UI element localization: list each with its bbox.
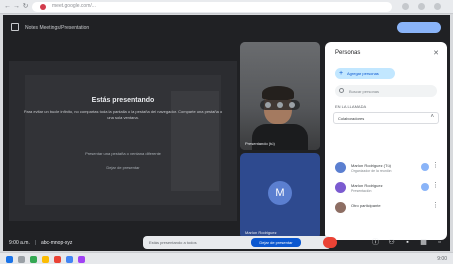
browser-toolbar: ← → ↻ meet.google.com/... — [0, 0, 453, 14]
mic-icon — [421, 183, 429, 191]
participant-name: Otro participante — [351, 203, 381, 208]
separator: | — [35, 240, 37, 246]
presenting-title: Estás presentando — [91, 97, 155, 104]
back-icon[interactable]: ← — [4, 3, 11, 10]
participant-tile[interactable]: M Marlon Rodriguez — [240, 153, 320, 239]
people-panel: Personas ✕ + Agregar personas Buscar per… — [325, 42, 447, 240]
meeting-time: 9:00 a.m. — [9, 240, 30, 246]
pin-icon[interactable] — [265, 102, 271, 108]
more-vert-icon[interactable]: ⋮ — [432, 201, 439, 211]
participant-name: Marlon Rodriguez — [351, 183, 383, 188]
activities-icon[interactable]: ▦ — [419, 238, 428, 247]
avatar — [335, 202, 346, 213]
self-video-tile[interactable]: Presentando (tú) — [240, 42, 320, 150]
more-vert-icon[interactable]: ⋮ — [432, 161, 439, 171]
app-icon[interactable] — [30, 256, 37, 263]
person-hair — [262, 86, 294, 100]
extension-icon[interactable] — [402, 3, 409, 10]
avatar — [335, 162, 346, 173]
add-people-label: Agregar personas — [347, 71, 379, 76]
close-icon[interactable]: ✕ — [433, 49, 439, 57]
present-different-tab-link[interactable]: Presentar una pestaña o ventana diferent… — [9, 151, 237, 156]
add-person-icon: + — [339, 70, 344, 77]
chat-icon[interactable]: ▪ — [403, 238, 412, 247]
self-tile-name: Presentando (tú) — [245, 141, 275, 146]
more-options-icon[interactable] — [289, 102, 295, 108]
fullscreen-icon[interactable] — [277, 102, 283, 108]
add-people-button[interactable]: + Agregar personas — [335, 68, 395, 79]
os-taskbar: 9:00 — [0, 252, 453, 264]
participant-name: Marlon Rodriguez (Tú) — [351, 163, 392, 168]
menu-icon[interactable] — [434, 3, 441, 10]
meeting-code: abc-mnop-xyz — [41, 240, 73, 246]
folder-icon[interactable] — [42, 256, 49, 263]
participant-role: Organizador de la reunión — [351, 169, 392, 173]
search-icon[interactable] — [18, 256, 25, 263]
top-right-pill-button[interactable] — [397, 22, 441, 33]
participant-role: Presentación — [351, 189, 372, 193]
presenting-notice: Estás presentando a todos Dejar de prese… — [143, 236, 331, 249]
tile-hover-toolbar — [260, 100, 300, 110]
system-clock: 9:00 — [437, 256, 447, 262]
search-placeholder: Buscar personas — [349, 89, 380, 94]
mic-icon — [421, 163, 429, 171]
participant-row[interactable]: Otro participante ⋮ — [335, 200, 439, 216]
more-vert-icon[interactable]: ⋮ — [432, 181, 439, 191]
panel-title: Personas — [335, 50, 361, 56]
address-url: meet.google.com/... — [52, 3, 96, 9]
presenting-description: Para evitar un bucle infinito, no compar… — [23, 109, 223, 120]
stop-presenting-button[interactable]: Dejar de presentar — [251, 238, 301, 247]
app-icon[interactable] — [66, 256, 73, 263]
reload-icon[interactable]: ↻ — [22, 3, 29, 10]
search-icon — [339, 88, 344, 93]
forward-icon[interactable]: → — [13, 3, 20, 10]
address-bar[interactable]: meet.google.com/... — [32, 2, 392, 12]
people-icon[interactable]: ⚇ — [387, 238, 396, 247]
participant-tile-name: Marlon Rodriguez — [245, 230, 277, 235]
stop-presenting-link[interactable]: Dejar de presentar — [9, 165, 237, 170]
app-icon[interactable] — [78, 256, 85, 263]
lock-icon[interactable]: ▫ — [435, 238, 444, 247]
presenting-notice-text: Estás presentando a todos — [149, 240, 197, 245]
contributors-label: Colaboradores — [338, 116, 365, 121]
avatar: M — [268, 181, 292, 205]
document-icon — [11, 23, 19, 31]
shared-screen-panel — [171, 91, 219, 191]
browser-icon[interactable] — [54, 256, 61, 263]
start-icon[interactable] — [6, 256, 13, 263]
search-input[interactable]: Buscar personas — [335, 85, 437, 97]
profile-icon[interactable] — [418, 3, 425, 10]
section-heading: EN LA LLAMADA — [335, 104, 367, 109]
info-icon[interactable]: ⓘ — [371, 238, 380, 247]
site-icon — [40, 4, 46, 10]
presentation-stage: Estás presentando Para evitar un bucle i… — [9, 61, 237, 221]
participant-row[interactable]: Marlon Rodriguez Presentación ⋮ — [335, 180, 439, 196]
person-body — [252, 124, 308, 150]
hang-up-button[interactable] — [323, 237, 337, 248]
meet-window: Notes Meetings/Presentation Estás presen… — [3, 15, 450, 251]
chevron-up-icon: ˄ — [430, 114, 434, 120]
avatar — [335, 182, 346, 193]
participant-row[interactable]: Marlon Rodriguez (Tú) Organizador de la … — [335, 160, 439, 176]
contributors-dropdown[interactable]: Colaboradores ˄ — [333, 112, 439, 124]
meeting-title: Notes Meetings/Presentation — [25, 25, 90, 31]
